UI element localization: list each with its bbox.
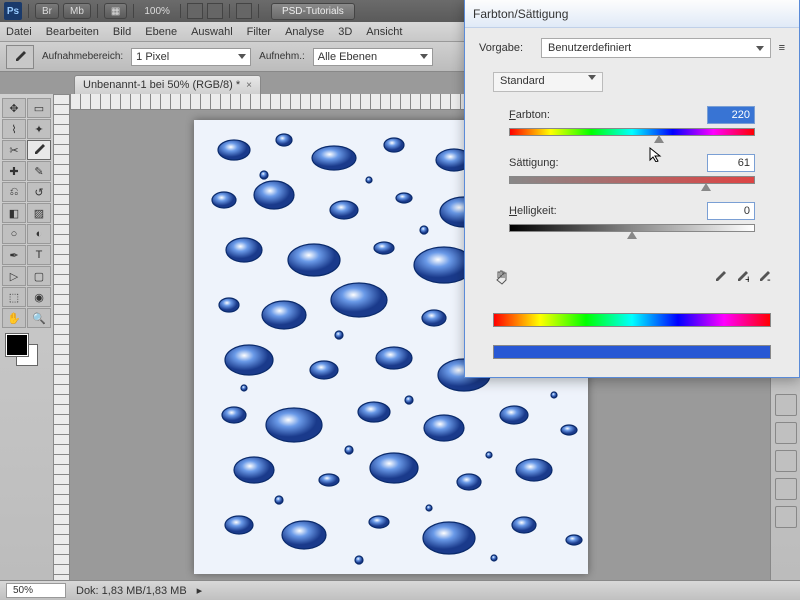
close-tab-icon[interactable]: × [246,80,252,91]
dock-paths-icon[interactable] [775,506,797,528]
screen-mode-icon[interactable] [207,3,223,19]
wand-tool[interactable]: ✦ [27,119,51,139]
menu-ebene[interactable]: Ebene [145,26,177,38]
helligkeit-label: Helligkeit: [509,205,557,217]
color-swatches[interactable] [2,334,42,370]
status-zoom[interactable]: 50% [6,583,66,598]
dodge-tool[interactable]: ◐ [27,224,51,244]
svg-text:-: - [767,274,771,284]
dialog-title: Farbton/Sättigung [465,0,799,28]
eyedropper-plus-icon[interactable]: + [735,270,749,287]
menu-datei[interactable]: Datei [6,26,32,38]
heal-tool[interactable]: ✚ [2,161,26,181]
saettigung-field[interactable]: 61 [707,154,755,172]
arrange-icon[interactable] [187,3,203,19]
psd-tutorials-button[interactable]: PSD-Tutorials [271,3,355,20]
extras-icon[interactable] [236,3,252,19]
dock-layers-icon[interactable] [775,450,797,472]
menu-filter[interactable]: Filter [247,26,271,38]
blur-tool[interactable]: ○ [2,224,26,244]
helligkeit-slider[interactable] [509,224,755,236]
tools-panel: ✥ ▭ ⌇ ✦ ✂ ✚ ✎ ⎌ ↺ ◧ ▨ ○ ◐ ✒ T ▷ ▢ ⬚ ◉ ✋ … [0,94,54,580]
menu-auswahl[interactable]: Auswahl [191,26,233,38]
hand-icon[interactable] [493,268,511,289]
aufnahme-select[interactable]: 1 Pixel [131,48,251,66]
3d-camera-tool[interactable]: ◉ [27,287,51,307]
marquee-tool[interactable]: ▭ [27,98,51,118]
stamp-tool[interactable]: ⎌ [2,182,26,202]
menu-ansicht[interactable]: Ansicht [366,26,402,38]
vorgabe-label: Vorgabe: [479,42,533,54]
view-extras-button[interactable]: ▦ [104,3,127,19]
foreground-color[interactable] [6,334,28,356]
saettigung-label: Sättigung: [509,157,559,169]
status-arrow-icon[interactable]: ▸ [197,584,203,597]
move-tool[interactable]: ✥ [2,98,26,118]
eyedropper-minus-icon[interactable]: - [757,270,771,287]
dock-channels-icon[interactable] [775,478,797,500]
aufnahme2-label: Aufnehm.: [259,51,305,62]
brush-tool[interactable]: ✎ [27,161,51,181]
helligkeit-field[interactable]: 0 [707,202,755,220]
3d-tool[interactable]: ⬚ [2,287,26,307]
eyedropper-icon[interactable] [713,270,727,287]
zoom-tool[interactable]: 🔍 [27,308,51,328]
hue-saturation-dialog: Farbton/Sättigung Vorgabe: Benutzerdefin… [464,0,800,378]
statusbar: 50% Dok: 1,83 MB/1,83 MB ▸ [0,580,800,600]
menu-bild[interactable]: Bild [113,26,131,38]
path-tool[interactable]: ▷ [2,266,26,286]
dock-adjustments-icon[interactable] [775,422,797,444]
menu-analyse[interactable]: Analyse [285,26,324,38]
saettigung-slider[interactable] [509,176,755,188]
menu-3d[interactable]: 3D [338,26,352,38]
eyedropper-tool[interactable] [27,140,51,160]
type-tool[interactable]: T [27,245,51,265]
farbton-slider[interactable] [509,128,755,140]
preset-menu-icon[interactable]: ≡ [779,42,785,54]
menu-bearbeiten[interactable]: Bearbeiten [46,26,99,38]
crop-tool[interactable]: ✂ [2,140,26,160]
eyedropper-tool-icon[interactable] [6,45,34,69]
document-tab[interactable]: Unbenannt-1 bei 50% (RGB/8) *× [74,75,261,94]
hue-strip-after [493,345,771,359]
status-dok: Dok: 1,83 MB/1,83 MB [76,585,187,597]
pen-tool[interactable]: ✒ [2,245,26,265]
photoshop-logo: Ps [4,2,22,20]
lasso-tool[interactable]: ⌇ [2,119,26,139]
farbton-label: Farbton: [509,109,550,121]
gradient-tool[interactable]: ▨ [27,203,51,223]
zoom-level[interactable]: 100% [144,6,170,17]
eraser-tool[interactable]: ◧ [2,203,26,223]
hue-strip-before [493,313,771,327]
aufnahme-label: Aufnahmebereich: [42,51,123,62]
history-brush-tool[interactable]: ↺ [27,182,51,202]
minibridge-button[interactable]: Mb [63,3,91,19]
svg-text:+: + [745,274,749,284]
shape-tool[interactable]: ▢ [27,266,51,286]
dock-color-icon[interactable] [775,394,797,416]
aufnahme2-select[interactable]: Alle Ebenen [313,48,433,66]
ruler-vertical[interactable] [54,94,70,580]
farbton-field[interactable]: 220 [707,106,755,124]
standard-select[interactable]: Standard [493,72,603,92]
bridge-button[interactable]: Br [35,3,59,19]
vorgabe-select[interactable]: Benutzerdefiniert [541,38,771,58]
hand-tool[interactable]: ✋ [2,308,26,328]
